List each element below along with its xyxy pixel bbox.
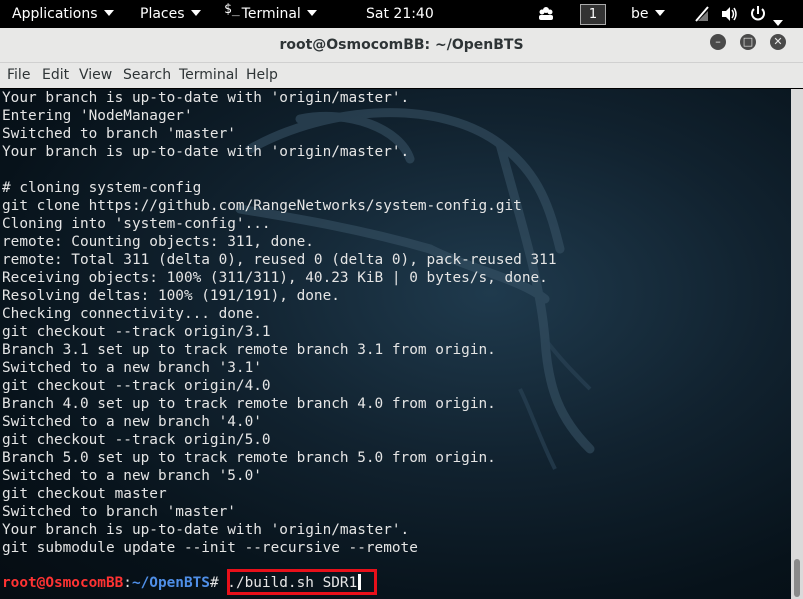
terminal-line: Checking connectivity... done.: [2, 306, 262, 322]
terminal-line: git checkout --track origin/5.0: [2, 432, 271, 448]
clock-label: Sat 21:40: [366, 6, 434, 22]
terminal-icon: $_: [224, 2, 240, 17]
power-icon[interactable]: [749, 0, 783, 28]
command-highlight-box: [227, 569, 377, 595]
chevron-down-icon: [306, 10, 317, 16]
terminal-line: # cloning system-config: [2, 180, 202, 196]
applications-label: Applications: [12, 6, 98, 22]
prompt-symbol: #: [209, 575, 219, 591]
chevron-down-icon: [654, 10, 665, 16]
terminal-line: remote: Counting objects: 311, done.: [2, 234, 314, 250]
prompt-path: ~/OpenBTS: [131, 575, 210, 591]
terminal-line: remote: Total 311 (delta 0), reused 0 (d…: [2, 252, 557, 268]
terminal-line: git checkout --track origin/3.1: [2, 324, 271, 340]
window-title: root@OsmocomBB: ~/OpenBTS: [279, 37, 524, 53]
terminal-line: git checkout --track origin/4.0: [2, 378, 271, 394]
menubar: File Edit View Search Terminal Help: [0, 63, 803, 88]
chevron-down-icon: [190, 10, 201, 16]
terminal-line: Your branch is up-to-date with 'origin/m…: [2, 144, 410, 160]
scrollbar-thumb[interactable]: [794, 559, 800, 597]
menu-view[interactable]: View: [79, 63, 112, 88]
terminal-line: Switched to a new branch '3.1': [2, 360, 262, 376]
top-panel: Applications Places $_ Terminal Sat 21:40…: [0, 0, 803, 28]
chevron-down-icon: [103, 10, 114, 16]
maximize-button[interactable]: □: [740, 34, 756, 50]
terminal-line: Switched to branch 'master': [2, 126, 236, 142]
volume-icon[interactable]: [720, 0, 738, 28]
terminal-line: Switched to a new branch '5.0': [2, 468, 262, 484]
terminal-line: git submodule update --init --recursive …: [2, 540, 418, 556]
people-icon[interactable]: [537, 0, 555, 28]
terminal-line: git clone https://github.com/RangeNetwor…: [2, 198, 522, 214]
menu-search[interactable]: Search: [123, 63, 171, 88]
terminal-line: git checkout master: [2, 486, 167, 502]
terminal-line: Receiving objects: 100% (311/311), 40.23…: [2, 270, 548, 286]
menu-edit[interactable]: Edit: [42, 63, 69, 88]
minimize-button[interactable]: –: [710, 34, 726, 50]
keyboard-layout-label: be: [631, 6, 649, 22]
menu-help[interactable]: Help: [246, 63, 278, 88]
terminal-line: Branch 5.0 set up to track remote branch…: [2, 450, 496, 466]
applications-menu[interactable]: Applications: [12, 0, 114, 28]
terminal-line: Resolving deltas: 100% (191/191), done.: [2, 288, 340, 304]
terminal-line: Branch 4.0 set up to track remote branch…: [2, 396, 496, 412]
terminal-line: Your branch is up-to-date with 'origin/m…: [2, 90, 410, 106]
window-titlebar[interactable]: root@OsmocomBB: ~/OpenBTS – □ ✕: [0, 28, 803, 63]
clock[interactable]: Sat 21:40: [366, 0, 434, 28]
terminal-output[interactable]: Your branch is up-to-date with 'origin/m…: [0, 89, 791, 599]
terminal-line: Entering 'NodeManager': [2, 108, 193, 124]
terminal-app-menu[interactable]: $_ Terminal: [224, 0, 317, 28]
places-label: Places: [140, 6, 185, 22]
menu-terminal[interactable]: Terminal: [179, 63, 238, 88]
places-menu[interactable]: Places: [140, 0, 201, 28]
prompt-colon: :: [123, 575, 132, 591]
terminal-line: Your branch is up-to-date with 'origin/m…: [2, 522, 410, 538]
menu-file[interactable]: File: [7, 63, 30, 88]
workspace-indicator[interactable]: 1: [580, 4, 606, 25]
terminal-line: Branch 3.1 set up to track remote branch…: [2, 342, 496, 358]
keyboard-layout-menu[interactable]: be: [631, 0, 665, 28]
terminal-scrollbar[interactable]: [791, 89, 803, 599]
prompt-user-host: root@OsmocomBB: [2, 575, 124, 591]
terminal-line: Cloning into 'system-config'...: [2, 216, 271, 232]
terminal-app-label: Terminal: [241, 6, 301, 22]
close-button[interactable]: ✕: [770, 34, 786, 50]
terminal-line: Switched to a new branch '4.0': [2, 414, 262, 430]
accessibility-icon[interactable]: [694, 0, 710, 28]
terminal-line: Switched to branch 'master': [2, 504, 236, 520]
chevron-down-icon: [773, 20, 783, 26]
